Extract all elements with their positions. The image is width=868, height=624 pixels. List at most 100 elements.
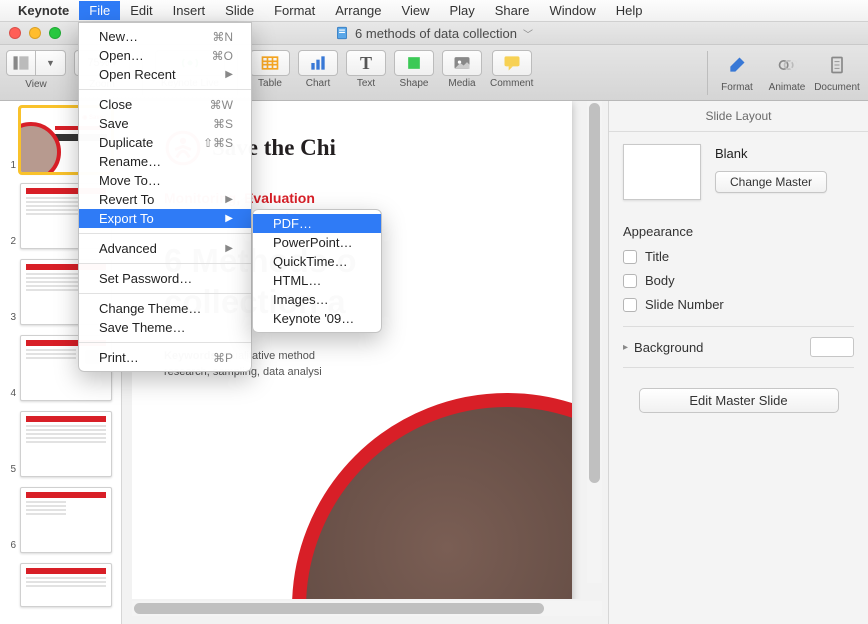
document-title[interactable]: 6 methods of data collection ﹀ xyxy=(335,26,533,41)
text-icon: T xyxy=(360,53,372,74)
chevron-updown-icon: ▾ xyxy=(113,59,117,68)
menu-arrange[interactable]: Arrange xyxy=(325,1,391,20)
master-name: Blank xyxy=(715,144,854,161)
thumb-row[interactable] xyxy=(6,563,115,607)
checkbox-icon xyxy=(623,250,637,264)
slide-navigator[interactable]: 1 ◉ Save 2 3 4 5 6 xyxy=(0,101,122,624)
zoom-group: 75% ▾ Zoom xyxy=(74,47,130,90)
window: 6 methods of data collection ﹀ ▼ View 75… xyxy=(0,22,868,624)
media-icon xyxy=(452,53,472,73)
chart-button[interactable]: Chart xyxy=(298,47,338,89)
checkbox-slidenumber[interactable]: Slide Number xyxy=(623,297,854,312)
menu-app[interactable]: Keynote xyxy=(8,1,79,20)
zoom-select[interactable]: 75% ▾ xyxy=(74,50,130,76)
broadcast-icon xyxy=(180,53,200,73)
close-button[interactable] xyxy=(9,27,21,39)
save-the-children-icon xyxy=(164,129,202,167)
toolbar-right: Format Animate Document xyxy=(703,47,862,95)
table-icon xyxy=(260,53,280,73)
chevron-down-icon: ▼ xyxy=(46,58,55,68)
keynote-live-button[interactable]: Keynote Live xyxy=(155,47,225,89)
thumb-row[interactable]: 6 xyxy=(6,487,115,553)
menu-share[interactable]: Share xyxy=(485,1,540,20)
scroll-thumb[interactable] xyxy=(589,103,600,483)
vertical-scrollbar[interactable] xyxy=(587,101,602,583)
menu-insert[interactable]: Insert xyxy=(163,1,216,20)
slide-thumb-1[interactable]: ◉ Save xyxy=(20,107,112,173)
slide-canvas[interactable]: Save the Chi Monitoring, EvaluationAccou… xyxy=(132,101,572,599)
slide-thumb-5[interactable] xyxy=(20,411,112,477)
slide-eyebrow: Monitoring, EvaluationAccountability and… xyxy=(164,189,572,227)
horizontal-scrollbar[interactable] xyxy=(132,601,602,616)
slide-keywords: Keywords: Qualitative method research, s… xyxy=(164,349,572,380)
chevron-down-icon: ﹀ xyxy=(523,26,533,41)
thumb-row[interactable]: 4 xyxy=(6,335,115,401)
menu-view[interactable]: View xyxy=(392,1,440,20)
main: 1 ◉ Save 2 3 4 5 6 Save the xyxy=(0,101,868,624)
thumb-row[interactable]: 3 xyxy=(6,259,115,325)
chart-icon xyxy=(308,53,328,73)
toolbar: ▼ View 75% ▾ Zoom Keynote Live Table Cha… xyxy=(0,45,868,101)
inspector-panel: Slide Layout Blank Change Master Appeara… xyxy=(608,101,868,624)
animate-icon xyxy=(777,55,797,75)
separator xyxy=(142,51,143,95)
view-group: ▼ View xyxy=(6,47,66,90)
slide-thumb-6[interactable] xyxy=(20,487,112,553)
change-master-button[interactable]: Change Master xyxy=(715,171,827,193)
checkbox-icon xyxy=(623,274,637,288)
menu-help[interactable]: Help xyxy=(606,1,653,20)
scroll-thumb[interactable] xyxy=(134,603,544,614)
view-dropdown-button[interactable]: ▼ xyxy=(36,50,66,76)
brush-icon xyxy=(727,55,747,75)
checkbox-title[interactable]: Title xyxy=(623,249,854,264)
slide-hero-image xyxy=(292,393,572,599)
table-button[interactable]: Table xyxy=(250,47,290,89)
titlebar: 6 methods of data collection ﹀ xyxy=(0,22,868,45)
slide-title: 6 Methods ocollection a xyxy=(164,241,572,324)
background-swatch[interactable] xyxy=(810,337,854,357)
slide-thumb-4[interactable] xyxy=(20,335,112,401)
navigator-icon xyxy=(11,53,31,73)
master-row: Blank Change Master xyxy=(623,144,854,200)
menu-play[interactable]: Play xyxy=(439,1,484,20)
comment-icon xyxy=(502,53,522,73)
separator xyxy=(707,51,708,95)
document-icon xyxy=(335,26,349,40)
slide-thumb-3[interactable] xyxy=(20,259,112,325)
edit-master-button[interactable]: Edit Master Slide xyxy=(639,388,839,413)
menu-slide[interactable]: Slide xyxy=(215,1,264,20)
menubar: Keynote File Edit Insert Slide Format Ar… xyxy=(0,0,868,22)
slide-thumb-7[interactable] xyxy=(20,563,112,607)
view-mode-button[interactable] xyxy=(6,50,36,76)
checkbox-body[interactable]: Body xyxy=(623,273,854,288)
disclosure-triangle-icon: ▸ xyxy=(623,342,628,353)
separator xyxy=(237,51,238,95)
media-button[interactable]: Media xyxy=(442,47,482,89)
thumb-row[interactable]: 2 xyxy=(6,183,115,249)
thumb-row[interactable]: 5 xyxy=(6,411,115,477)
checkbox-icon xyxy=(623,298,637,312)
minimize-button[interactable] xyxy=(29,27,41,39)
shape-icon xyxy=(404,53,424,73)
document-icon xyxy=(827,55,847,75)
window-controls xyxy=(9,27,61,39)
brand-logo: Save the Chi xyxy=(164,129,572,167)
menu-file[interactable]: File xyxy=(79,1,120,20)
background-row[interactable]: ▸Background xyxy=(623,326,854,368)
text-button[interactable]: T Text xyxy=(346,47,386,89)
canvas-area: Save the Chi Monitoring, EvaluationAccou… xyxy=(122,101,608,624)
fullscreen-button[interactable] xyxy=(49,27,61,39)
menu-edit[interactable]: Edit xyxy=(120,1,162,20)
format-button[interactable]: Format xyxy=(712,47,762,95)
menu-window[interactable]: Window xyxy=(539,1,605,20)
thumb-row[interactable]: 1 ◉ Save xyxy=(6,107,115,173)
shape-button[interactable]: Shape xyxy=(394,47,434,89)
slide-thumb-2[interactable] xyxy=(20,183,112,249)
document-button[interactable]: Document xyxy=(812,47,862,95)
animate-button[interactable]: Animate xyxy=(762,47,812,95)
section-appearance: Appearance xyxy=(623,224,854,239)
comment-button[interactable]: Comment xyxy=(490,47,533,89)
master-preview[interactable] xyxy=(623,144,701,200)
inspector-header: Slide Layout xyxy=(609,101,868,132)
menu-format[interactable]: Format xyxy=(264,1,325,20)
